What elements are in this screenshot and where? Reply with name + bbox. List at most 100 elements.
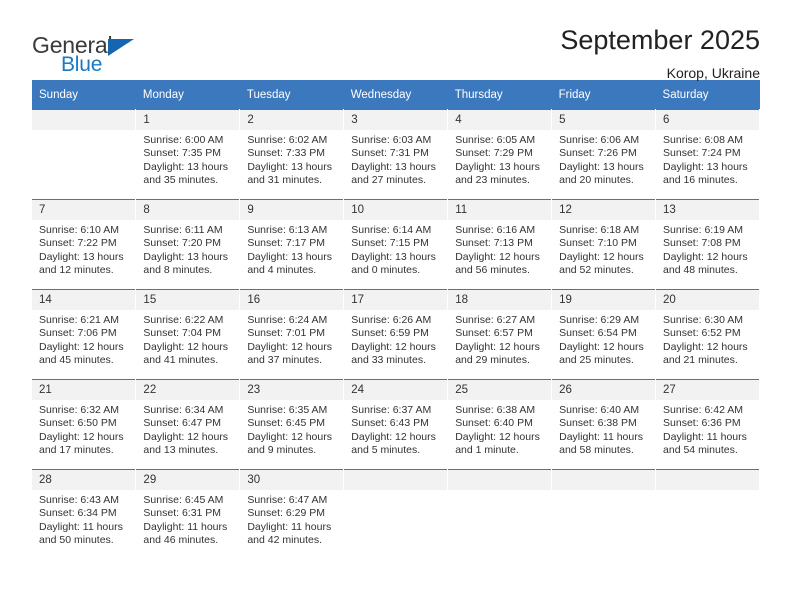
calendar-day-cell[interactable]: 19 Sunrise: 6:29 AM Sunset: 6:54 PM Dayl… (551, 289, 657, 380)
calendar-day-cell[interactable]: 9 Sunrise: 6:13 AM Sunset: 7:17 PM Dayli… (239, 199, 345, 290)
calendar-day-cell[interactable]: 3 Sunrise: 6:03 AM Sunset: 7:31 PM Dayli… (343, 109, 449, 200)
day-details: Sunrise: 6:03 AM Sunset: 7:31 PM Dayligh… (344, 130, 447, 188)
sunrise-text: Sunrise: 6:05 AM (455, 134, 536, 146)
calendar-day-cell[interactable]: 23 Sunrise: 6:35 AM Sunset: 6:45 PM Dayl… (239, 379, 345, 470)
day-details (344, 490, 447, 494)
calendar-day-cell[interactable]: 7 Sunrise: 6:10 AM Sunset: 7:22 PM Dayli… (32, 199, 137, 290)
daylight-text: Daylight: 12 hours and 5 minutes. (351, 430, 436, 457)
daylight-text: Daylight: 12 hours and 17 minutes. (39, 430, 124, 457)
calendar-day-cell[interactable]: 27 Sunrise: 6:42 AM Sunset: 6:36 PM Dayl… (655, 379, 760, 470)
calendar-day-cell[interactable]: 4 Sunrise: 6:05 AM Sunset: 7:29 PM Dayli… (447, 109, 553, 200)
calendar-day-cell-empty (655, 469, 760, 559)
general-blue-logo[interactable]: General Blue (32, 26, 152, 75)
calendar-day-cell[interactable]: 24 Sunrise: 6:37 AM Sunset: 6:43 PM Dayl… (343, 379, 449, 470)
daylight-text: Daylight: 12 hours and 1 minute. (455, 430, 540, 457)
weekday-header-thursday: Thursday (447, 80, 552, 110)
day-number: 10 (344, 200, 448, 220)
calendar-day-cell[interactable]: 13 Sunrise: 6:19 AM Sunset: 7:08 PM Dayl… (655, 199, 760, 290)
day-details: Sunrise: 6:18 AM Sunset: 7:10 PM Dayligh… (552, 220, 655, 278)
day-details: Sunrise: 6:32 AM Sunset: 6:50 PM Dayligh… (32, 400, 135, 458)
day-number (656, 470, 759, 490)
sunrise-text: Sunrise: 6:38 AM (455, 404, 536, 416)
daylight-text: Daylight: 13 hours and 35 minutes. (143, 160, 229, 187)
day-number (344, 470, 448, 490)
daylight-text: Daylight: 13 hours and 16 minutes. (663, 160, 748, 187)
weekday-header-friday: Friday (551, 80, 656, 110)
calendar-day-cell[interactable]: 15 Sunrise: 6:22 AM Sunset: 7:04 PM Dayl… (135, 289, 241, 380)
calendar-week-row: 28 Sunrise: 6:43 AM Sunset: 6:34 PM Dayl… (32, 469, 760, 559)
calendar-day-cell[interactable] (32, 109, 137, 200)
daylight-text: Daylight: 13 hours and 31 minutes. (247, 160, 332, 187)
sunrise-text: Sunrise: 6:29 AM (559, 314, 640, 326)
day-details: Sunrise: 6:30 AM Sunset: 6:52 PM Dayligh… (656, 310, 759, 368)
calendar-day-cell[interactable]: 2 Sunrise: 6:02 AM Sunset: 7:33 PM Dayli… (239, 109, 345, 200)
calendar-day-cell[interactable]: 16 Sunrise: 6:24 AM Sunset: 7:01 PM Dayl… (239, 289, 345, 380)
sunrise-text: Sunrise: 6:14 AM (351, 224, 432, 236)
calendar-day-cell[interactable]: 5 Sunrise: 6:06 AM Sunset: 7:26 PM Dayli… (551, 109, 657, 200)
sunset-text: Sunset: 7:29 PM (455, 147, 533, 160)
daylight-text: Daylight: 13 hours and 27 minutes. (351, 160, 436, 187)
weekday-header-saturday: Saturday (655, 80, 760, 110)
day-details: Sunrise: 6:38 AM Sunset: 6:40 PM Dayligh… (448, 400, 551, 458)
day-details: Sunrise: 6:29 AM Sunset: 6:54 PM Dayligh… (552, 310, 655, 368)
sunset-text: Sunset: 7:06 PM (39, 327, 117, 340)
day-details: Sunrise: 6:47 AM Sunset: 6:29 PM Dayligh… (240, 490, 343, 548)
sunrise-text: Sunrise: 6:34 AM (143, 404, 224, 416)
sunrise-text: Sunrise: 6:16 AM (455, 224, 536, 236)
sunset-text: Sunset: 6:50 PM (39, 417, 117, 430)
calendar-day-cell[interactable]: 22 Sunrise: 6:34 AM Sunset: 6:47 PM Dayl… (135, 379, 241, 470)
daylight-text: Daylight: 13 hours and 8 minutes. (143, 250, 229, 277)
daylight-text: Daylight: 12 hours and 56 minutes. (455, 250, 540, 277)
calendar-day-cell[interactable]: 25 Sunrise: 6:38 AM Sunset: 6:40 PM Dayl… (447, 379, 553, 470)
daylight-text: Daylight: 11 hours and 46 minutes. (143, 520, 228, 547)
daylight-text: Daylight: 12 hours and 25 minutes. (559, 340, 644, 367)
calendar-day-cell[interactable]: 8 Sunrise: 6:11 AM Sunset: 7:20 PM Dayli… (135, 199, 241, 290)
daylight-text: Daylight: 13 hours and 4 minutes. (247, 250, 332, 277)
day-number: 22 (136, 380, 240, 400)
sunset-text: Sunset: 7:35 PM (143, 147, 222, 160)
page-header: General Blue September 2025 Korop, Ukrai… (32, 0, 760, 80)
calendar-day-cell[interactable]: 18 Sunrise: 6:27 AM Sunset: 6:57 PM Dayl… (447, 289, 553, 380)
sunrise-text: Sunrise: 6:27 AM (455, 314, 536, 326)
weekday-header-monday: Monday (135, 80, 240, 110)
calendar-day-cell[interactable]: 17 Sunrise: 6:26 AM Sunset: 6:59 PM Dayl… (343, 289, 449, 380)
weekday-header-sunday: Sunday (32, 80, 136, 110)
calendar-day-cell[interactable]: 11 Sunrise: 6:16 AM Sunset: 7:13 PM Dayl… (447, 199, 553, 290)
calendar-day-cell[interactable]: 30 Sunrise: 6:47 AM Sunset: 6:29 PM Dayl… (239, 469, 345, 559)
calendar-day-cell[interactable]: 21 Sunrise: 6:32 AM Sunset: 6:50 PM Dayl… (32, 379, 137, 470)
daylight-text: Daylight: 12 hours and 9 minutes. (247, 430, 332, 457)
sunset-text: Sunset: 7:15 PM (351, 237, 429, 250)
day-number: 2 (240, 110, 344, 130)
sunset-text: Sunset: 7:20 PM (143, 237, 222, 250)
calendar-day-cell[interactable]: 20 Sunrise: 6:30 AM Sunset: 6:52 PM Dayl… (655, 289, 760, 380)
sunrise-text: Sunrise: 6:42 AM (663, 404, 743, 416)
day-number: 9 (240, 200, 344, 220)
sunrise-text: Sunrise: 6:40 AM (559, 404, 640, 416)
calendar-day-cell[interactable]: 29 Sunrise: 6:45 AM Sunset: 6:31 PM Dayl… (135, 469, 241, 559)
sunset-text: Sunset: 6:43 PM (351, 417, 429, 430)
calendar-header-row-group: Sunday Monday Tuesday Wednesday Thursday… (32, 80, 760, 110)
calendar-week-row: 14 Sunrise: 6:21 AM Sunset: 7:06 PM Dayl… (32, 289, 760, 380)
page-subtitle-location: Korop, Ukraine (666, 64, 760, 81)
daylight-text: Daylight: 13 hours and 23 minutes. (455, 160, 540, 187)
sunrise-text: Sunrise: 6:32 AM (39, 404, 119, 416)
day-details: Sunrise: 6:42 AM Sunset: 6:36 PM Dayligh… (656, 400, 759, 458)
day-number: 21 (32, 380, 136, 400)
calendar-day-cell-empty (447, 469, 553, 559)
calendar-day-cell[interactable]: 14 Sunrise: 6:21 AM Sunset: 7:06 PM Dayl… (32, 289, 137, 380)
sunrise-text: Sunrise: 6:08 AM (663, 134, 743, 146)
calendar-day-cell[interactable]: 6 Sunrise: 6:08 AM Sunset: 7:24 PM Dayli… (655, 109, 760, 200)
calendar-day-cell[interactable]: 10 Sunrise: 6:14 AM Sunset: 7:15 PM Dayl… (343, 199, 449, 290)
calendar-day-cell[interactable]: 26 Sunrise: 6:40 AM Sunset: 6:38 PM Dayl… (551, 379, 657, 470)
day-details: Sunrise: 6:02 AM Sunset: 7:33 PM Dayligh… (240, 130, 343, 188)
calendar-day-cell[interactable]: 12 Sunrise: 6:18 AM Sunset: 7:10 PM Dayl… (551, 199, 657, 290)
sunrise-sunset-calendar-table: Sunday Monday Tuesday Wednesday Thursday… (32, 80, 760, 559)
calendar-day-cell[interactable]: 1 Sunrise: 6:00 AM Sunset: 7:35 PM Dayli… (135, 109, 241, 200)
day-details: Sunrise: 6:00 AM Sunset: 7:35 PM Dayligh… (136, 130, 239, 188)
calendar-day-cell[interactable]: 28 Sunrise: 6:43 AM Sunset: 6:34 PM Dayl… (32, 469, 137, 559)
day-details: Sunrise: 6:22 AM Sunset: 7:04 PM Dayligh… (136, 310, 239, 368)
sunset-text: Sunset: 7:13 PM (455, 237, 533, 250)
daylight-text: Daylight: 11 hours and 58 minutes. (559, 430, 643, 457)
day-details: Sunrise: 6:34 AM Sunset: 6:47 PM Dayligh… (136, 400, 239, 458)
day-details: Sunrise: 6:26 AM Sunset: 6:59 PM Dayligh… (344, 310, 447, 368)
